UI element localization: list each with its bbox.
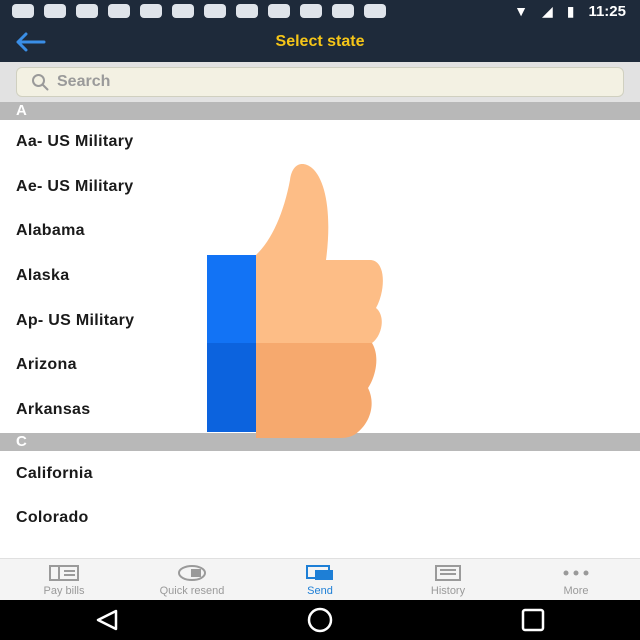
cat-icon xyxy=(204,4,226,18)
pinterest-icon xyxy=(300,4,322,18)
nav-label: History xyxy=(430,585,466,597)
mail-icon xyxy=(268,4,290,18)
nav-quick-resend[interactable]: Quick resend xyxy=(128,559,256,601)
square-recents-icon xyxy=(522,608,545,632)
cat-icon xyxy=(108,4,130,18)
nav-pay-bills[interactable]: Pay bills xyxy=(0,559,128,601)
state-item[interactable]: Alaska xyxy=(0,254,640,298)
system-status: ▼ ◢ ▮ 11:25 xyxy=(514,3,640,20)
more-icon xyxy=(561,563,591,583)
search-box[interactable] xyxy=(16,67,624,97)
back-arrow-icon xyxy=(16,32,46,52)
history-icon xyxy=(433,563,463,583)
send-icon xyxy=(305,563,335,583)
search-bar xyxy=(0,62,640,102)
section-header-a: A xyxy=(0,102,640,120)
resend-icon xyxy=(177,563,207,583)
nav-history[interactable]: History xyxy=(384,559,512,601)
chat-icon xyxy=(236,4,258,18)
back-button[interactable] xyxy=(10,26,50,58)
state-item[interactable]: California xyxy=(0,452,640,496)
wifi-icon: ▼ xyxy=(514,3,528,19)
state-item[interactable]: Arkansas xyxy=(0,388,640,432)
notification-icons xyxy=(0,4,386,18)
state-item[interactable]: Ae- US Military xyxy=(0,165,640,209)
notification-icon xyxy=(12,4,34,18)
loop-icon xyxy=(140,4,162,18)
android-nav-bar xyxy=(0,600,640,640)
clock: 11:25 xyxy=(588,2,626,20)
section-header-c: C xyxy=(0,433,640,451)
state-item[interactable]: Alabama xyxy=(0,209,640,253)
search-icon xyxy=(31,73,49,91)
app-bar: Select state xyxy=(0,22,640,62)
nav-send[interactable]: Send xyxy=(256,559,384,601)
search-input[interactable] xyxy=(55,72,579,92)
no-signal-icon: ◢ xyxy=(541,2,553,19)
state-item[interactable]: Aa- US Military xyxy=(0,120,640,164)
status-bar: ▼ ◢ ▮ 11:25 xyxy=(0,0,640,22)
nav-more[interactable]: More xyxy=(512,559,640,601)
system-back-button[interactable] xyxy=(87,604,127,636)
nav-label: More xyxy=(563,585,589,597)
nav-label: Pay bills xyxy=(43,585,85,597)
system-home-button[interactable] xyxy=(300,604,340,636)
state-item[interactable]: Arizona xyxy=(0,343,640,387)
bottom-nav: Pay bills Quick resend Send History More xyxy=(0,558,640,601)
cluster-icon xyxy=(332,4,354,18)
nav-label: Send xyxy=(307,585,333,597)
loop-icon xyxy=(172,4,194,18)
triangle-back-icon xyxy=(96,609,117,631)
e-icon xyxy=(364,4,386,18)
loop-icon xyxy=(76,4,98,18)
state-item[interactable]: Ap- US Military xyxy=(0,299,640,343)
page-title: Select state xyxy=(275,33,365,50)
battery-charging-icon: ▮ xyxy=(566,2,575,19)
circle-home-icon xyxy=(307,607,333,633)
nav-label: Quick resend xyxy=(159,585,225,597)
state-item[interactable]: Colorado xyxy=(0,496,640,540)
cat-icon xyxy=(44,4,66,18)
bills-icon xyxy=(49,563,79,583)
system-recents-button[interactable] xyxy=(513,604,553,636)
